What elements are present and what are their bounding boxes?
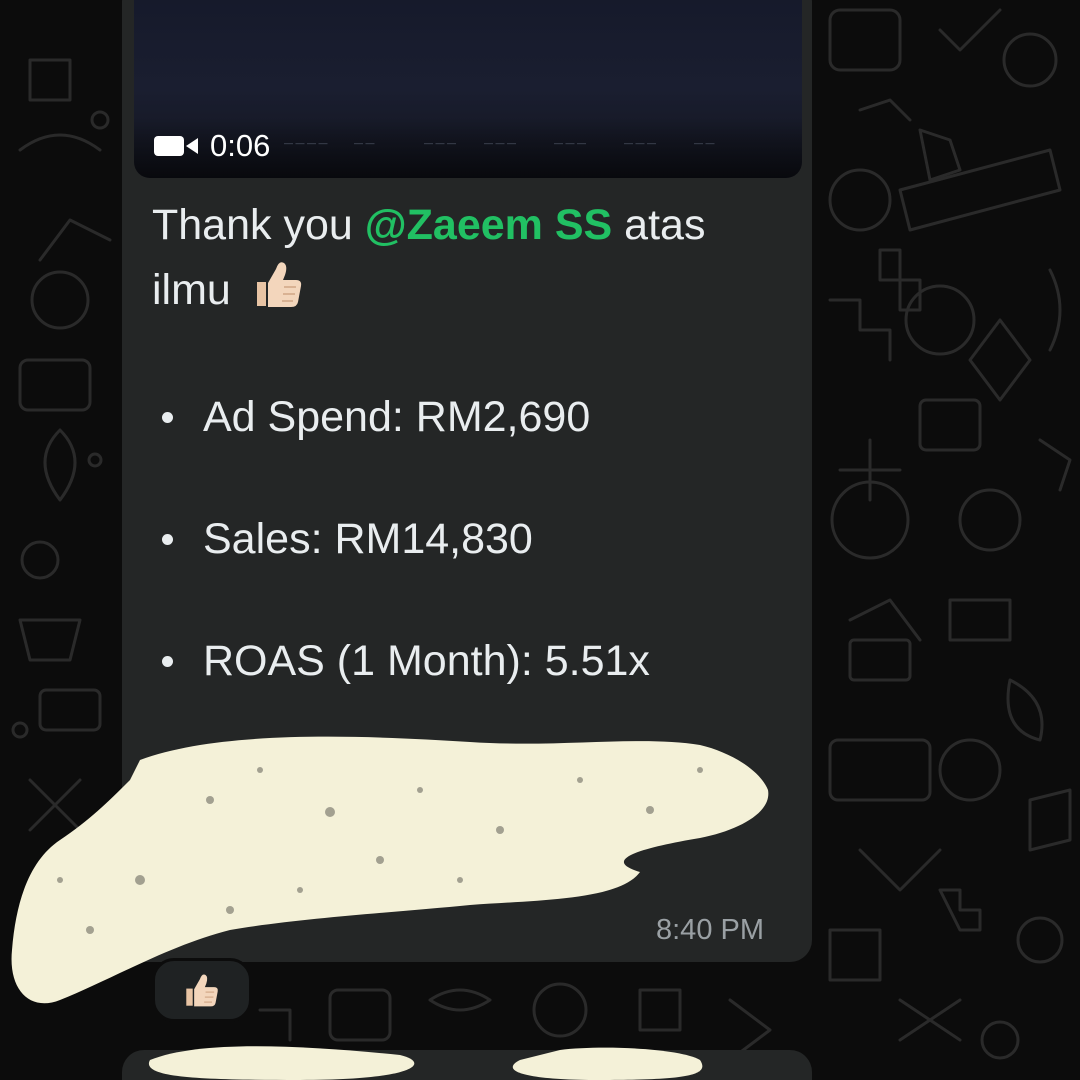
stat-label: Ad Spend: RM2,690 — [203, 393, 591, 441]
user-mention[interactable]: @Zaeem SS — [365, 201, 612, 249]
message-text: Thank you @Zaeem SS atas ilmu — [152, 194, 792, 321]
video-blurred-text: — — — [354, 138, 375, 148]
video-camera-icon — [154, 136, 198, 156]
video-blurred-text: — — — [694, 138, 715, 148]
video-blurred-text: — — — — [624, 138, 657, 148]
video-meta: 0:06 — [154, 128, 270, 164]
video-blurred-text: — — — — [554, 138, 587, 148]
next-message-bubble[interactable] — [122, 1050, 812, 1080]
message-greeting: Thank you — [152, 201, 365, 249]
stat-roas: ROAS (1 Month): 5.51x — [162, 636, 650, 686]
message-timestamp: 8:40 PM — [656, 914, 764, 946]
video-blurred-text: — — — — [484, 138, 517, 148]
stat-ad-spend: Ad Spend: RM2,690 — [162, 392, 590, 442]
thumbs-up-icon — [186, 974, 218, 1007]
bullet-dot — [162, 533, 173, 545]
thumbs-up-icon — [256, 262, 301, 307]
video-blurred-text: — — — — — [284, 138, 328, 148]
chat-screen: — — — — — — — — — — — — — — — — — — — — … — [0, 0, 1080, 1080]
bullet-dot — [162, 411, 173, 423]
stat-label: ROAS (1 Month): 5.51x — [203, 637, 650, 685]
message-after-mention: atas — [612, 201, 706, 249]
stat-label: Sales: RM14,830 — [203, 515, 533, 563]
message-reaction[interactable] — [152, 958, 252, 1022]
bullet-dot — [162, 655, 173, 667]
video-duration: 0:06 — [210, 128, 271, 163]
video-blurred-text: — — — — [424, 138, 457, 148]
stat-sales: Sales: RM14,830 — [162, 514, 533, 564]
message-line-2: ilmu — [152, 266, 231, 314]
